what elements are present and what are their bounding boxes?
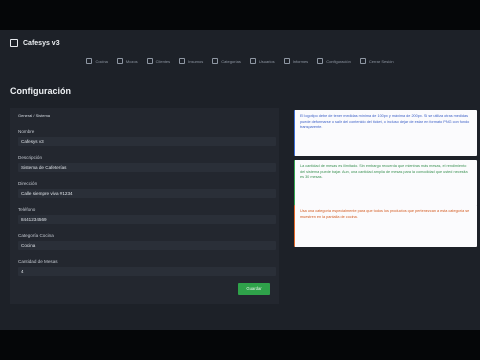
clientes-icon (146, 58, 153, 64)
cocina-icon (86, 58, 93, 64)
field-categoria-cocina: Categoría Cocina Cocina (18, 233, 276, 250)
nav-item-insumos[interactable]: Insumos (179, 58, 203, 64)
nav-label: Usuarios (258, 58, 275, 64)
nav-label: Informes (292, 58, 309, 64)
nav-item-cerrar-sesion[interactable]: Cerrar Sesión (359, 58, 394, 64)
mozos-icon (116, 58, 123, 64)
page-title: Configuración (10, 86, 71, 96)
telefono-input[interactable]: 8441234569 (18, 215, 276, 224)
tab-general-sistema[interactable]: General / Sistema (18, 113, 50, 118)
informes-icon (283, 58, 290, 64)
cerrar-sesion-icon (359, 58, 366, 64)
save-button[interactable]: Guardar (238, 283, 270, 295)
nav-item-categorias[interactable]: Categorías (212, 58, 241, 64)
categoria-cocina-select[interactable]: Cocina (18, 241, 276, 250)
nav-label: Configuración (326, 58, 351, 64)
field-label: Dirección (18, 181, 38, 186)
notice-cocina-warning: Usa una categoría especialmente para que… (294, 205, 477, 247)
nav-item-clientes[interactable]: Clientes (146, 58, 171, 64)
main-nav: Cocina Mozos Clientes Insumos Categorías… (0, 58, 480, 64)
topbar: Cafesys v3 (0, 30, 480, 56)
nav-label: Insumos (188, 58, 204, 64)
app-title: Cafesys v3 (23, 39, 60, 47)
settings-panel: General / Sistema Nombre Cafesys v3 Desc… (10, 108, 279, 304)
app-logo-icon (10, 39, 18, 47)
cantidad-mesas-input[interactable]: 4 (18, 267, 276, 276)
field-label: Descripción (18, 155, 42, 160)
field-nombre: Nombre Cafesys v3 (18, 129, 276, 146)
categorias-icon (212, 58, 219, 64)
nombre-input[interactable]: Cafesys v3 (18, 137, 276, 146)
field-telefono: Teléfono 8441234569 (18, 207, 276, 224)
field-label: Teléfono (18, 207, 36, 212)
notice-logo-info: El logotipo debe de tener medidas mínima… (294, 110, 477, 156)
app-window: Cafesys v3 Cocina Mozos Clientes Insumos… (0, 30, 480, 330)
nav-item-mozos[interactable]: Mozos (116, 58, 138, 64)
nav-label: Clientes (155, 58, 171, 64)
field-label: Cantidad de Mesas (18, 259, 58, 264)
field-label: Nombre (18, 129, 35, 134)
nav-label: Cerrar Sesión (368, 58, 394, 64)
nav-item-configuracion[interactable]: Configuración (317, 58, 351, 64)
brand[interactable]: Cafesys v3 (10, 39, 60, 47)
nav-label: Categorías (221, 58, 241, 64)
nav-label: Mozos (125, 58, 138, 64)
nav-item-cocina[interactable]: Cocina (86, 58, 108, 64)
nav-item-usuarios[interactable]: Usuarios (249, 58, 275, 64)
configuracion-icon (317, 58, 324, 64)
usuarios-icon (249, 58, 256, 64)
insumos-icon (179, 58, 186, 64)
notice-mesas-success: La cantidad de mesas es ilimitado. Sin e… (294, 160, 477, 206)
nav-item-informes[interactable]: Informes (283, 58, 309, 64)
field-cantidad-mesas: Cantidad de Mesas 4 (18, 259, 276, 276)
nav-label: Cocina (95, 58, 108, 64)
direccion-input[interactable]: Calle siempre viva #1234 (18, 189, 276, 198)
field-direccion: Dirección Calle siempre viva #1234 (18, 181, 276, 198)
field-descripcion: Descripción Sistema de Cafeterías (18, 155, 276, 172)
field-label: Categoría Cocina (18, 233, 54, 238)
settings-tabs: General / Sistema (18, 113, 98, 118)
descripcion-input[interactable]: Sistema de Cafeterías (18, 163, 276, 172)
